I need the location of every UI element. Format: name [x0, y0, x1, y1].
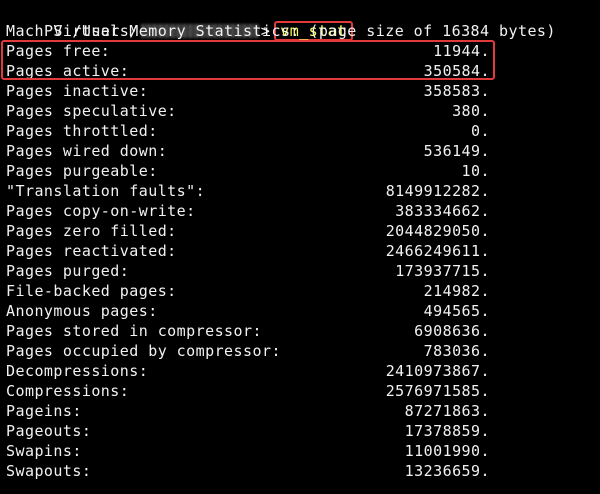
prompt-line: PS /Users/> vm_stat [6, 1, 353, 41]
stat-label: Pages active: [6, 62, 130, 80]
stat-value: 494565. [423, 302, 490, 320]
stat-value: 6908636. [414, 322, 490, 340]
stat-value: 2576971585. [385, 382, 490, 400]
stat-value: 87271863. [404, 402, 490, 420]
stat-row: Decompressions: 2410973867. [6, 361, 490, 381]
stat-value: 2044829050. [385, 222, 490, 240]
stat-row: Pages wired down: 536149. [6, 141, 490, 161]
stat-row: Pages speculative: 380. [6, 101, 490, 121]
stat-row: Pages purgeable: 10. [6, 161, 490, 181]
stat-value: 380. [452, 102, 490, 120]
stat-label: Pages stored in compressor: [6, 322, 262, 340]
stat-value: 17378859. [404, 422, 490, 440]
stat-label: Pages speculative: [6, 102, 177, 120]
stat-row: "Translation faults": 8149912282. [6, 181, 490, 201]
stat-label: Anonymous pages: [6, 302, 158, 320]
stat-label: Pages reactivated: [6, 242, 177, 260]
stat-value: 173937715. [395, 262, 490, 280]
stat-row: Anonymous pages: 494565. [6, 301, 490, 321]
stat-label: Pages purged: [6, 262, 130, 280]
stat-label: Pages copy-on-write: [6, 202, 196, 220]
stat-value: 10. [461, 162, 490, 180]
stat-label: Decompressions: [6, 362, 149, 380]
stat-label: Pages wired down: [6, 142, 168, 160]
stat-row: Compressions: 2576971585. [6, 381, 490, 401]
stat-label: Pageouts: [6, 422, 92, 440]
stat-value: 0. [471, 122, 490, 140]
stat-value: 350584. [423, 62, 490, 80]
stat-label: Pages throttled: [6, 122, 158, 140]
stat-value: 214982. [423, 282, 490, 300]
stat-row: Pages zero filled: 2044829050. [6, 221, 490, 241]
output-header: Mach Virtual Memory Statistics: (page si… [6, 22, 556, 40]
stat-label: Swapins: [6, 442, 82, 460]
stat-label: Pages inactive: [6, 82, 149, 100]
stat-row: Pageouts: 17378859. [6, 421, 490, 441]
stat-row: Pages active: 350584. [6, 61, 490, 81]
stat-label: Pages purgeable: [6, 162, 158, 180]
stat-value: 2410973867. [385, 362, 490, 380]
stat-row: Swapouts: 13236659. [6, 461, 490, 481]
stat-value: 11944. [433, 42, 490, 60]
stat-row: File-backed pages: 214982. [6, 281, 490, 301]
stat-label: Compressions: [6, 382, 130, 400]
stat-row: Pages occupied by compressor: 783036. [6, 341, 490, 361]
stat-row: Pages inactive: 358583. [6, 81, 490, 101]
stat-value: 383334662. [395, 202, 490, 220]
stat-row: Swapins: 11001990. [6, 441, 490, 461]
stat-row: Pages purged: 173937715. [6, 261, 490, 281]
stat-value: 11001990. [404, 442, 490, 460]
stat-value: 8149912282. [385, 182, 490, 200]
stat-value: 536149. [423, 142, 490, 160]
terminal-window[interactable]: PS /Users/> vm_stat Mach Virtual Memory S… [0, 0, 600, 494]
stat-label: Swapouts: [6, 462, 92, 480]
stat-label: "Translation faults": [6, 182, 206, 200]
stat-label: Pages free: [6, 42, 111, 60]
stat-row: Pages copy-on-write: 383334662. [6, 201, 490, 221]
stat-row: Pages reactivated: 2466249611. [6, 241, 490, 261]
stat-row: Pageins: 87271863. [6, 401, 490, 421]
stat-row: Pages throttled: 0. [6, 121, 490, 141]
stat-label: Pages zero filled: [6, 222, 177, 240]
stat-label: Pageins: [6, 402, 82, 420]
stat-label: Pages occupied by compressor: [6, 342, 281, 360]
stat-row: Pages free: 11944. [6, 41, 490, 61]
stat-label: File-backed pages: [6, 282, 177, 300]
stat-value: 13236659. [404, 462, 490, 480]
stat-value: 2466249611. [385, 242, 490, 260]
stat-row: Pages stored in compressor: 6908636. [6, 321, 490, 341]
stat-value: 358583. [423, 82, 490, 100]
stat-value: 783036. [423, 342, 490, 360]
